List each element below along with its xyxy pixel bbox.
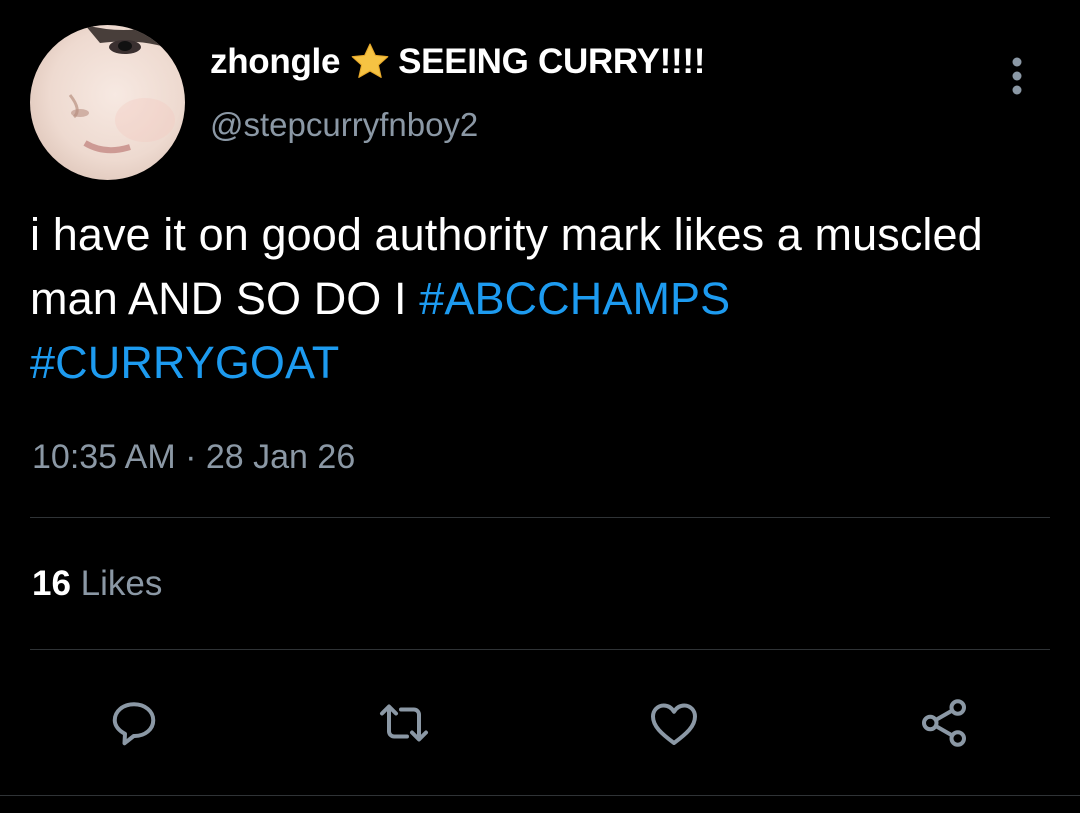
share-icon[interactable] [914,693,974,753]
likes-label: Likes [80,564,163,603]
divider [30,649,1050,650]
author-name[interactable]: zhongle SEEING CURRY!!!! [210,38,705,86]
author-handle[interactable]: @stepcurryfnboy2 [210,106,478,144]
display-name-suffix: SEEING CURRY!!!! [398,42,706,81]
retweet-icon[interactable] [374,693,434,753]
divider [0,795,1080,796]
divider [30,517,1050,518]
hashtag-link[interactable]: #ABCCHAMPS [419,273,730,324]
tweet-date: 28 Jan 26 [205,438,356,476]
avatar[interactable] [30,25,185,180]
tweet-text: i have it on good authority mark likes a… [30,203,1060,395]
avatar-image [30,25,185,180]
timestamp-separator: · [175,438,206,476]
star-icon [348,40,392,84]
reply-icon[interactable] [104,693,164,753]
tweet-time: 10:35 AM [32,438,176,476]
heart-icon[interactable] [644,693,704,753]
display-name: zhongle [210,42,341,81]
tweet-timestamp[interactable]: 10:35 AM · 28 Jan 26 [32,438,355,477]
likes-count: 16 [32,564,71,603]
likes-summary[interactable]: 16 Likes [32,564,162,604]
hashtag-link[interactable]: #CURRYGOAT [30,337,339,388]
tweet-detail: zhongle SEEING CURRY!!!! @stepcurryfnboy… [0,0,1080,813]
more-vertical-icon[interactable] [1000,55,1034,97]
